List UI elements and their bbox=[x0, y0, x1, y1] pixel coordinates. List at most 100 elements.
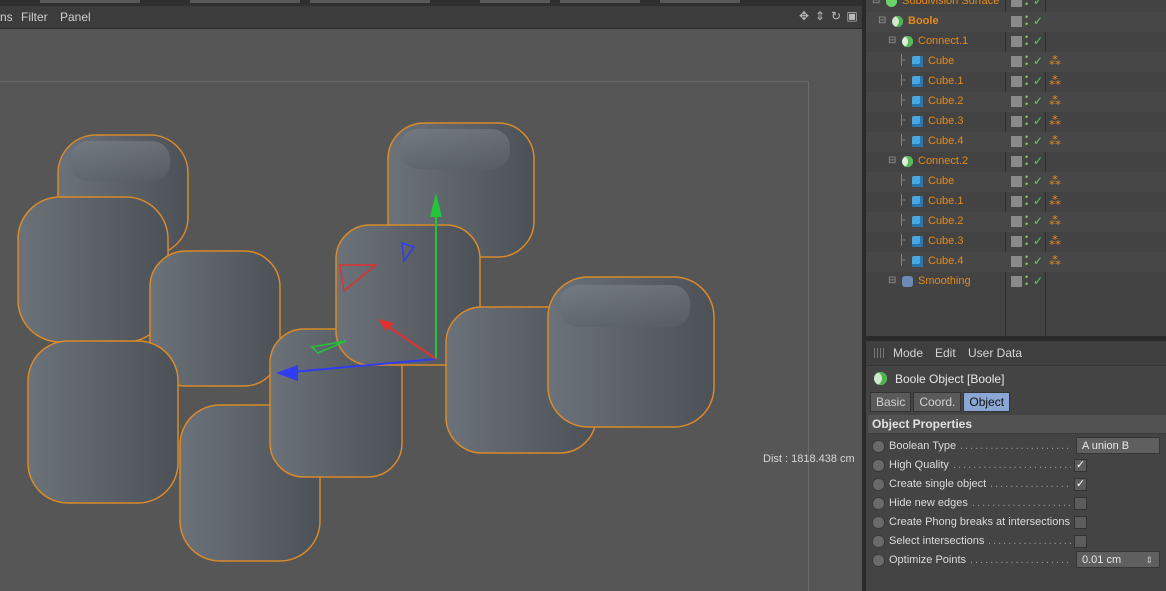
object-row[interactable]: ├ Cube.3 • • ✓ ⁂ bbox=[866, 112, 1166, 132]
enabled-check-icon[interactable]: ✓ bbox=[1033, 0, 1043, 8]
animate-radio-icon[interactable] bbox=[872, 554, 885, 567]
grip-icon[interactable] bbox=[874, 348, 886, 358]
enabled-check-icon[interactable]: ✓ bbox=[1033, 174, 1043, 188]
boolean-type-select[interactable]: A union B bbox=[1076, 437, 1160, 454]
enabled-check-icon[interactable]: ✓ bbox=[1033, 74, 1043, 88]
layer-icon[interactable] bbox=[1011, 56, 1022, 67]
tab-basic[interactable]: Basic bbox=[870, 392, 912, 412]
tree-expander-icon[interactable]: ├ bbox=[898, 135, 905, 146]
object-row[interactable]: ├ Cube • • ✓ ⁂ bbox=[866, 172, 1166, 192]
tag-icon[interactable]: ⁂ bbox=[1049, 174, 1061, 188]
layer-icon[interactable] bbox=[1011, 236, 1022, 247]
tag-icon[interactable]: ⁂ bbox=[1049, 114, 1061, 128]
object-row[interactable]: ⊟ Connect.2 • • ✓ bbox=[866, 152, 1166, 172]
visibility-dots-icon[interactable]: •• bbox=[1025, 33, 1028, 49]
tree-expander-icon[interactable]: ├ bbox=[898, 255, 905, 266]
animate-radio-icon[interactable] bbox=[872, 440, 885, 453]
layer-icon[interactable] bbox=[1011, 136, 1022, 147]
enabled-check-icon[interactable]: ✓ bbox=[1033, 274, 1043, 288]
animate-radio-icon[interactable] bbox=[872, 535, 885, 548]
tree-expander-icon[interactable]: ├ bbox=[898, 235, 905, 246]
layer-icon[interactable] bbox=[1011, 76, 1022, 87]
property-checkbox[interactable] bbox=[1074, 497, 1087, 510]
tag-icon[interactable]: ⁂ bbox=[1049, 74, 1061, 88]
visibility-dots-icon[interactable]: •• bbox=[1025, 173, 1028, 189]
layer-icon[interactable] bbox=[1011, 276, 1022, 287]
visibility-dots-icon[interactable]: •• bbox=[1025, 53, 1028, 69]
visibility-dots-icon[interactable]: •• bbox=[1025, 233, 1028, 249]
layer-icon[interactable] bbox=[1011, 0, 1022, 7]
layer-icon[interactable] bbox=[1011, 176, 1022, 187]
object-name[interactable]: Cube.2 bbox=[928, 215, 963, 227]
property-checkbox[interactable] bbox=[1074, 535, 1087, 548]
tree-expander-icon[interactable]: ├ bbox=[898, 215, 905, 226]
enabled-check-icon[interactable]: ✓ bbox=[1033, 54, 1043, 68]
menu-mode[interactable]: Mode bbox=[893, 346, 923, 360]
enabled-check-icon[interactable]: ✓ bbox=[1033, 114, 1043, 128]
menu-filter[interactable]: Filter bbox=[21, 10, 48, 24]
object-name[interactable]: Cube bbox=[928, 175, 954, 187]
property-checkbox[interactable]: ✓ bbox=[1074, 459, 1087, 472]
object-name[interactable]: Cube.1 bbox=[928, 195, 963, 207]
visibility-dots-icon[interactable]: •• bbox=[1025, 153, 1028, 169]
animate-radio-icon[interactable] bbox=[872, 459, 885, 472]
layer-icon[interactable] bbox=[1011, 256, 1022, 267]
object-row[interactable]: ├ Cube.3 • • ✓ ⁂ bbox=[866, 232, 1166, 252]
tab-object[interactable]: Object bbox=[963, 392, 1011, 412]
optimize-points-field[interactable]: 0.01 cm ⇕ bbox=[1076, 551, 1160, 568]
stepper-icon[interactable]: ⇕ bbox=[1145, 552, 1153, 569]
enabled-check-icon[interactable]: ✓ bbox=[1033, 134, 1043, 148]
visibility-dots-icon[interactable]: •• bbox=[1025, 93, 1028, 109]
property-checkbox[interactable]: ✓ bbox=[1074, 478, 1087, 491]
layer-icon[interactable] bbox=[1011, 216, 1022, 227]
property-checkbox[interactable] bbox=[1074, 516, 1087, 529]
visibility-dots-icon[interactable]: •• bbox=[1025, 0, 1028, 9]
menu-edit[interactable]: Edit bbox=[935, 346, 956, 360]
tag-icon[interactable]: ⁂ bbox=[1049, 54, 1061, 68]
enabled-check-icon[interactable]: ✓ bbox=[1033, 254, 1043, 268]
layer-icon[interactable] bbox=[1011, 16, 1022, 27]
enabled-check-icon[interactable]: ✓ bbox=[1033, 34, 1043, 48]
tree-expander-icon[interactable]: ⊟ bbox=[888, 275, 896, 286]
layer-icon[interactable] bbox=[1011, 96, 1022, 107]
tree-expander-icon[interactable]: ├ bbox=[898, 75, 905, 86]
menu-panel[interactable]: Panel bbox=[60, 10, 91, 24]
visibility-dots-icon[interactable]: •• bbox=[1025, 253, 1028, 269]
tree-expander-icon[interactable]: ⊟ bbox=[872, 0, 880, 6]
visibility-dots-icon[interactable]: •• bbox=[1025, 113, 1028, 129]
object-row[interactable]: ⊟ Boole • • ✓ bbox=[866, 12, 1166, 32]
object-row[interactable]: ├ Cube.1 • • ✓ ⁂ bbox=[866, 72, 1166, 92]
object-name[interactable]: Connect.2 bbox=[918, 155, 968, 167]
object-name[interactable]: Cube.2 bbox=[928, 95, 963, 107]
tree-expander-icon[interactable]: ├ bbox=[898, 195, 905, 206]
maximize-view-icon[interactable]: ▣ bbox=[846, 9, 858, 23]
object-row[interactable]: ├ Cube.2 • • ✓ ⁂ bbox=[866, 92, 1166, 112]
tree-expander-icon[interactable]: ⊟ bbox=[888, 35, 896, 46]
object-name[interactable]: Cube bbox=[928, 55, 954, 67]
enabled-check-icon[interactable]: ✓ bbox=[1033, 234, 1043, 248]
animate-radio-icon[interactable] bbox=[872, 497, 885, 510]
menu-item-partial[interactable]: ns bbox=[0, 10, 13, 24]
enabled-check-icon[interactable]: ✓ bbox=[1033, 194, 1043, 208]
object-name[interactable]: Smoothing bbox=[918, 275, 971, 287]
tree-expander-icon[interactable]: ├ bbox=[898, 55, 905, 66]
visibility-dots-icon[interactable]: •• bbox=[1025, 73, 1028, 89]
visibility-dots-icon[interactable]: •• bbox=[1025, 13, 1028, 29]
visibility-dots-icon[interactable]: •• bbox=[1025, 213, 1028, 229]
object-row[interactable]: ⊟ Smoothing • • ✓ bbox=[866, 272, 1166, 292]
menu-user-data[interactable]: User Data bbox=[968, 346, 1022, 360]
visibility-dots-icon[interactable]: •• bbox=[1025, 193, 1028, 209]
move-view-icon[interactable]: ✥ bbox=[798, 9, 810, 23]
visibility-dots-icon[interactable]: •• bbox=[1025, 133, 1028, 149]
layer-icon[interactable] bbox=[1011, 36, 1022, 47]
object-name[interactable]: Cube.3 bbox=[928, 235, 963, 247]
tree-expander-icon[interactable]: ├ bbox=[898, 95, 905, 106]
tag-icon[interactable]: ⁂ bbox=[1049, 214, 1061, 228]
tab-coord[interactable]: Coord. bbox=[913, 392, 962, 412]
object-row[interactable]: ├ Cube.1 • • ✓ ⁂ bbox=[866, 192, 1166, 212]
object-row[interactable]: ├ Cube.4 • • ✓ ⁂ bbox=[866, 132, 1166, 152]
tree-expander-icon[interactable]: ⊟ bbox=[878, 15, 886, 26]
object-row[interactable]: ⊟ Subdivision Surface •• ✓ bbox=[866, 0, 1166, 12]
object-row[interactable]: ⊟ Connect.1 • • ✓ bbox=[866, 32, 1166, 52]
tree-expander-icon[interactable]: ⊟ bbox=[888, 155, 896, 166]
